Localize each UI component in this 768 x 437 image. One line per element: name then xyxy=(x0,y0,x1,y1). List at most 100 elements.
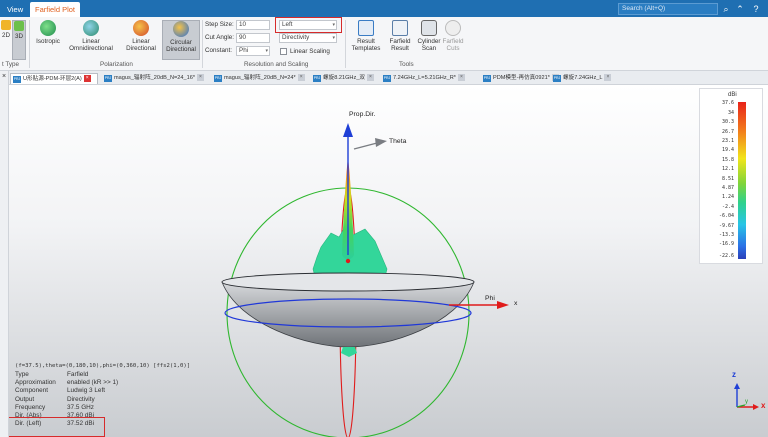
colorbar-tick: 1.24 xyxy=(721,194,734,200)
project-icon: PRJ xyxy=(483,75,491,82)
colorbar-tick: -9.67 xyxy=(718,223,734,229)
linear-scaling-checkbox[interactable] xyxy=(280,48,287,55)
doc-tab-2[interactable]: PRJ magus_辐射阵_20dB_N=24* × xyxy=(212,73,307,84)
doc-tab-6[interactable]: PRJ 螺旋7.24GHz_L × xyxy=(551,73,615,84)
doc-tab-label: magus_辐射阵_20dB_N=24_16* xyxy=(114,75,196,81)
close-icon[interactable]: × xyxy=(604,74,612,82)
doc-tab-label: U形贴源-PDM-环层2(A) xyxy=(23,76,82,82)
plot-2d-button[interactable]: 2D xyxy=(0,20,12,60)
farfield-cuts-icon xyxy=(445,20,461,36)
farfield-cuts-label: Farfield Cuts xyxy=(442,38,464,52)
axis-x-label: x xyxy=(514,300,518,307)
colorbar-tick: -22.6 xyxy=(718,253,734,259)
constant-label: Constant: xyxy=(205,47,232,54)
dish-rim xyxy=(221,272,475,292)
info-value: Directivity xyxy=(67,395,95,403)
info-key: Component xyxy=(15,387,49,395)
info-key: Frequency xyxy=(15,403,46,411)
help-icon[interactable]: ? xyxy=(750,3,762,15)
close-icon[interactable]: × xyxy=(457,74,465,82)
colorbar-tick: 12.1 xyxy=(721,166,734,172)
doc-tab-4[interactable]: PRJ 7.24GHz_L=5.21GHz_R* × xyxy=(381,73,477,84)
close-icon[interactable]: × xyxy=(83,75,91,83)
3d-viewport[interactable]: Prop.Dir. Theta Phi x z x y dBi 37.6 34 … xyxy=(9,85,768,437)
isotropic-icon xyxy=(40,20,56,36)
highlight-box-directivity xyxy=(9,417,105,437)
doc-tab-label: 螺旋7.24GHz_L xyxy=(563,75,603,81)
cut-angle-input[interactable]: 90 xyxy=(236,33,270,43)
doc-tab-1[interactable]: PRJ magus_辐射阵_20dB_N=24_16* × xyxy=(102,73,208,84)
doc-tab-5[interactable]: PRJPDM模型-再仿真0921*× xyxy=(481,73,559,84)
chevron-down-icon: ▾ xyxy=(332,35,335,41)
result-templates-button[interactable]: Result Templates xyxy=(349,20,383,60)
colorbar-tick: -2.4 xyxy=(721,204,734,210)
linear-scaling-label: Linear Scaling xyxy=(290,48,330,55)
farfield-result-label: Farfield Result xyxy=(389,38,411,52)
search-input[interactable]: Search (Alt+Q) xyxy=(618,3,718,15)
polarization-group-label: Polarization xyxy=(100,61,133,68)
tools-group-label: Tools xyxy=(399,61,414,68)
colorbar-tick: -6.04 xyxy=(718,213,734,219)
tab-farfield-plot[interactable]: Farfield Plot xyxy=(30,2,81,17)
step-size-label: Step Size: xyxy=(205,21,234,28)
colorbar-tick: -16.9 xyxy=(718,241,734,247)
farfield-result-icon xyxy=(392,20,408,36)
close-icon[interactable]: × xyxy=(2,73,6,80)
cylinder-scan-button[interactable]: Cylinder Scan xyxy=(415,20,443,60)
step-size-input[interactable]: 10 xyxy=(236,20,270,30)
doc-tab-label: 7.24GHz_L=5.21GHz_R* xyxy=(393,75,456,81)
colorbar-tick: 8.51 xyxy=(721,176,734,182)
circular-directional-icon xyxy=(173,21,189,37)
close-icon[interactable]: × xyxy=(297,74,305,82)
back-lobe xyxy=(341,347,357,357)
isotropic-button[interactable]: Isotropic xyxy=(33,20,63,60)
project-icon: PRJ xyxy=(13,76,21,83)
close-icon[interactable]: × xyxy=(197,74,205,82)
close-icon[interactable]: × xyxy=(366,74,374,82)
farfield-cuts-button[interactable]: Farfield Cuts xyxy=(441,20,465,60)
plot-2d-icon xyxy=(1,20,11,30)
theta-label: Theta xyxy=(389,138,407,145)
plot-2d-label: 2D xyxy=(1,32,11,39)
doc-tab-3[interactable]: PRJ 螺旋8.21GHz_双 × xyxy=(311,73,377,84)
doc-tab-label: PDM模型-再仿真0921* xyxy=(493,75,550,81)
colorbar-tick: 19.4 xyxy=(721,147,734,153)
project-icon: PRJ xyxy=(214,75,222,82)
colorbar-unit: dBi xyxy=(728,92,737,98)
info-value: 37.5 GHz xyxy=(67,403,94,411)
x-axis-arrowhead xyxy=(753,404,759,410)
separator xyxy=(202,20,203,68)
colorbar-tick: 23.1 xyxy=(721,138,734,144)
linear-omnidirectional-button[interactable]: Linear Omnidirectional xyxy=(66,20,116,60)
theta-arrow xyxy=(353,142,378,150)
constant-select[interactable]: Phi ▾ xyxy=(236,46,270,56)
search-icon[interactable]: ⌕ xyxy=(720,3,732,15)
colorbar-tick: 15.8 xyxy=(721,157,734,163)
document-tabs: PRJ U形贴源-PDM-环层2(A) × PRJ magus_辐射阵_20dB_N=… xyxy=(9,71,768,85)
cut-angle-label: Cut Angle: xyxy=(205,34,235,41)
cylinder-icon xyxy=(421,20,437,36)
farfield-result-button[interactable]: Farfield Result xyxy=(385,20,415,60)
resolution-group-label: Resolution and Scaling xyxy=(244,61,309,68)
plot-3d-button[interactable]: 3D xyxy=(12,20,26,60)
plot-type-group-label: t Type xyxy=(2,61,20,68)
quantity-select[interactable]: Directivity ▾ xyxy=(279,33,337,43)
colorbar-tick: 4.87 xyxy=(721,185,734,191)
phi-label: Phi xyxy=(485,295,495,302)
tab-view[interactable]: View xyxy=(2,2,28,17)
z-axis-arrowhead xyxy=(734,383,740,389)
circular-directional-button[interactable]: Circular Directional xyxy=(162,20,200,60)
separator xyxy=(345,20,346,68)
cylinder-scan-label: Cylinder Scan xyxy=(417,38,441,52)
constant-value: Phi xyxy=(239,47,249,54)
phi-arrowhead xyxy=(497,301,509,309)
doc-tab-0[interactable]: PRJ U形贴源-PDM-环层2(A) × xyxy=(10,73,98,84)
plot-3d-icon xyxy=(14,21,24,31)
project-icon: PRJ xyxy=(104,75,112,82)
linear-directional-button[interactable]: Linear Directional xyxy=(120,20,162,60)
chevron-down-icon: ▾ xyxy=(265,48,268,54)
theta-arrowhead xyxy=(375,138,387,147)
separator xyxy=(29,20,30,68)
collapse-ribbon-icon[interactable]: ⌃ xyxy=(734,3,746,15)
axis-z-label: z xyxy=(732,370,736,379)
